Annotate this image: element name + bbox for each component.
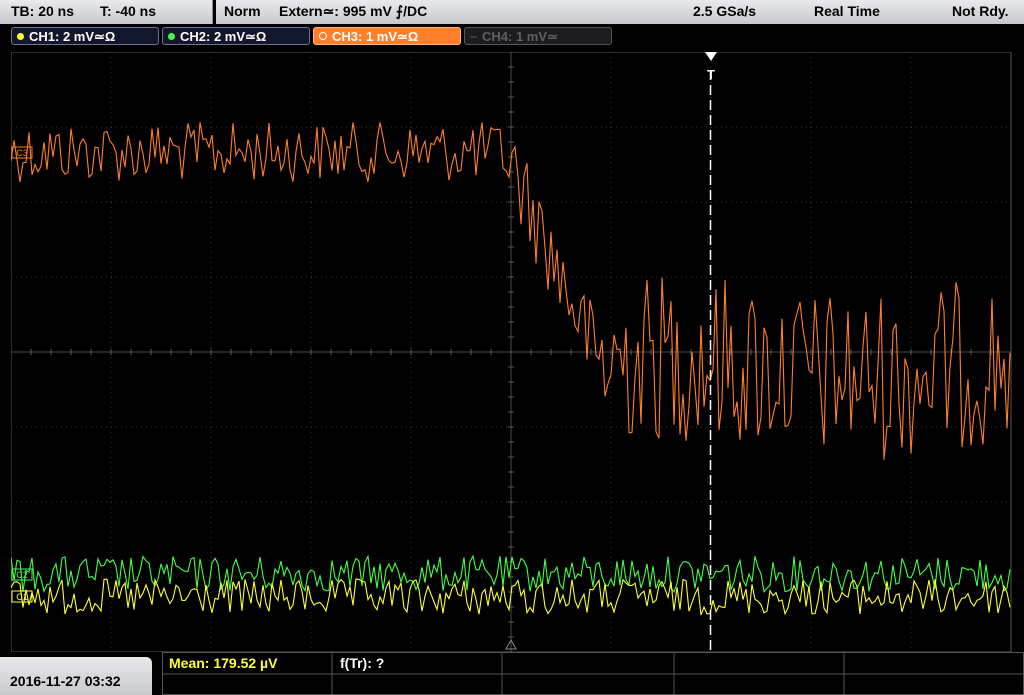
- waveform-display[interactable]: T C3 C2 C1: [11, 52, 1024, 652]
- mean-measurement[interactable]: Mean: 179.52 µV: [169, 655, 277, 671]
- sample-rate: 2.5 GSa/s: [693, 3, 757, 19]
- ch3-label: CH3: 1 mV≃Ω: [332, 29, 419, 44]
- ch2-indicator-icon: [168, 33, 175, 40]
- timebase-panel[interactable]: TB: 20 ns T: -40 ns: [0, 0, 213, 24]
- trigger-mode[interactable]: Norm: [224, 3, 261, 19]
- run-state: Not Rdy.: [952, 3, 1009, 19]
- acquisition-mode: Real Time: [814, 3, 880, 19]
- ch4-label: CH4: 1 mV≃: [482, 29, 558, 44]
- ch1-label: CH1: 2 mV≃Ω: [29, 29, 116, 44]
- tab-ch2[interactable]: CH2: 2 mV≃Ω: [162, 27, 310, 45]
- tab-ch3[interactable]: CH3: 1 mV≃Ω: [313, 27, 461, 45]
- datetime: 2016-11-27 03:32: [10, 673, 121, 689]
- trigger-marker: T: [707, 67, 715, 82]
- trigger-source[interactable]: Extern≃: 995 mV ⨍/DC: [279, 3, 427, 20]
- svg-text:C1: C1: [16, 592, 28, 602]
- tab-ch4[interactable]: CH4: 1 mV≃: [464, 27, 612, 45]
- waveform-canvas[interactable]: T C3 C2 C1: [11, 52, 1024, 652]
- datetime-panel: 2016-11-27 03:32: [0, 657, 152, 695]
- timebase-readout[interactable]: TB: 20 ns: [11, 3, 74, 19]
- svg-text:C2: C2: [16, 570, 28, 580]
- ch2-label: CH2: 2 mV≃Ω: [180, 29, 267, 44]
- measurement-panel[interactable]: Mean: 179.52 µV f(Tr): ?: [162, 652, 1024, 695]
- svg-text:C3: C3: [16, 148, 28, 158]
- ch3-indicator-icon: [319, 32, 327, 40]
- trigger-panel[interactable]: Norm Extern≃: 995 mV ⨍/DC 2.5 GSa/s Real…: [216, 0, 1024, 24]
- ch1-offset-marker[interactable]: C1: [11, 590, 33, 603]
- status-bar: TB: 20 ns T: -40 ns Norm Extern≃: 995 mV…: [0, 0, 1024, 25]
- ch4-indicator-icon: [470, 36, 477, 38]
- trigger-time-readout[interactable]: T: -40 ns: [100, 3, 156, 19]
- rise-time-measurement[interactable]: f(Tr): ?: [340, 655, 384, 671]
- trigger-arrow-icon[interactable]: [705, 52, 717, 61]
- ch1-indicator-icon: [17, 33, 24, 40]
- tab-ch1[interactable]: CH1: 2 mV≃Ω: [11, 27, 159, 45]
